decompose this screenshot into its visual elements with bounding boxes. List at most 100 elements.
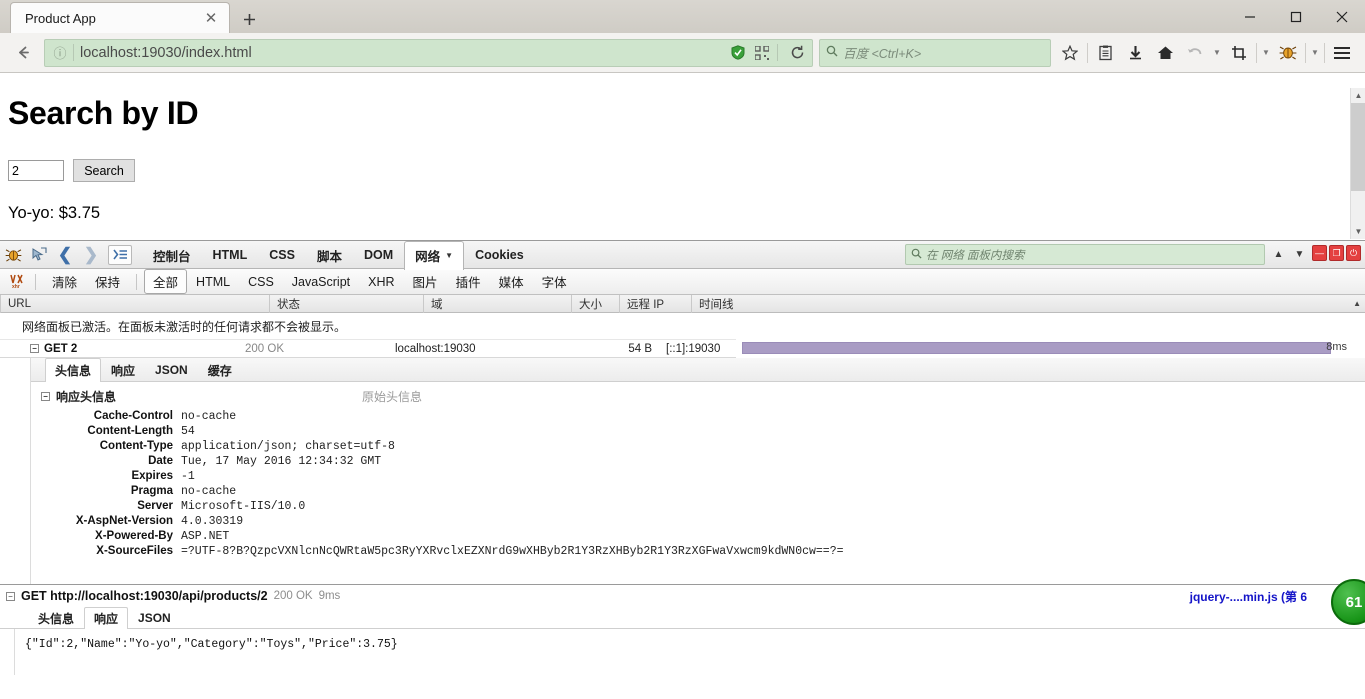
qrcode-icon[interactable]	[751, 42, 773, 64]
header-row: Cache-Control no-cache	[31, 409, 1365, 424]
firebug-forward-icon[interactable]: ❯	[78, 242, 104, 268]
page-scrollbar[interactable]: ▲ ▼	[1350, 88, 1365, 239]
filter-images[interactable]: 图片	[404, 269, 447, 294]
firebug-search-input[interactable]: 在 网络 面板内搜索	[905, 244, 1265, 265]
tab-cookies[interactable]: Cookies	[464, 241, 535, 269]
menu-icon[interactable]	[1327, 38, 1357, 68]
back-button[interactable]	[8, 38, 38, 68]
filter-clear[interactable]: 清除	[43, 269, 86, 294]
column-remote-ip[interactable]: 远程 IP	[619, 294, 691, 313]
shield-icon[interactable]	[727, 42, 749, 64]
firebug-back-icon[interactable]: ❮	[52, 242, 78, 268]
console-twisty-icon[interactable]: −	[6, 591, 15, 601]
response-headers-group[interactable]: − 响应头信息 原始头信息	[31, 382, 1365, 409]
filter-all[interactable]: 全部	[144, 269, 188, 294]
filter-html[interactable]: HTML	[187, 272, 239, 292]
sort-indicator-icon[interactable]: ▲	[1353, 299, 1361, 308]
minimize-button[interactable]	[1227, 0, 1273, 33]
firebug-icon[interactable]	[1273, 38, 1303, 68]
column-status[interactable]: 状态	[269, 294, 423, 313]
filter-plugins[interactable]: 插件	[447, 269, 490, 294]
close-tab-icon[interactable]: ✕	[201, 8, 221, 28]
browser-tab[interactable]: Product App ✕	[10, 2, 230, 33]
tab-console[interactable]: 控制台	[142, 241, 202, 269]
header-value: 4.0.30319	[181, 515, 244, 528]
filter-media[interactable]: 媒体	[490, 269, 533, 294]
console-request-line[interactable]: − GET http://localhost:19030/api/product…	[0, 579, 1365, 625]
firebug-logo-icon[interactable]	[0, 242, 26, 268]
header-row: Server Microsoft-IIS/10.0	[31, 499, 1365, 514]
timeline-bar	[742, 342, 1331, 354]
undo-icon[interactable]	[1180, 38, 1210, 68]
response-headers-title: 响应头信息	[56, 390, 117, 404]
console-toggle-icon[interactable]	[108, 244, 132, 265]
collapse-twisty-icon[interactable]: −	[41, 392, 50, 401]
header-name: Pragma	[130, 485, 173, 497]
firebug-minimize-button[interactable]: —	[1312, 245, 1327, 261]
detail-tab-headers[interactable]: 头信息	[45, 358, 102, 382]
new-tab-button[interactable]	[234, 5, 264, 33]
search-next-icon[interactable]: ▼	[1289, 244, 1310, 265]
screenshot-dropdown-caret[interactable]: ▼	[1259, 48, 1273, 57]
column-domain[interactable]: 域	[423, 294, 571, 313]
tab-dom[interactable]: DOM	[353, 241, 404, 269]
search-bar[interactable]: 百度 <Ctrl+K>	[819, 38, 1051, 67]
filter-persist[interactable]: 保持	[86, 269, 129, 294]
detail-tab-cache[interactable]: 缓存	[198, 358, 242, 381]
scroll-up-icon[interactable]: ▲	[1351, 88, 1365, 103]
screenshot-icon[interactable]	[1224, 38, 1254, 68]
toolbar-separator-4	[1324, 42, 1325, 63]
console-tab-json[interactable]: JSON	[128, 607, 181, 628]
tab-html[interactable]: HTML	[202, 241, 259, 269]
undo-dropdown-caret[interactable]: ▼	[1210, 48, 1224, 57]
console-response-body: {"Id":2,"Name":"Yo-yo","Category":"Toys"…	[14, 629, 1365, 675]
maximize-button[interactable]	[1273, 0, 1319, 33]
search-icon	[826, 45, 838, 60]
column-url[interactable]: URL	[0, 294, 269, 313]
network-request-row[interactable]: − GET 2 200 OK localhost:19030 54 B [::1…	[0, 339, 1365, 358]
filter-css[interactable]: CSS	[239, 272, 283, 292]
browser-window: Product App ✕ ⓘ localhost:19030/index.ht…	[0, 0, 1365, 699]
tab-network[interactable]: 网络 ▼	[404, 240, 465, 270]
detail-tab-response[interactable]: 响应	[101, 358, 145, 381]
url-bar[interactable]: ⓘ localhost:19030/index.html	[44, 38, 813, 67]
download-icon[interactable]	[1120, 38, 1150, 68]
tab-script-label: 脚本	[316, 249, 342, 264]
filter-xhr[interactable]: XHR	[359, 272, 403, 292]
scrollbar-thumb[interactable]	[1351, 103, 1365, 191]
detail-tab-json[interactable]: JSON	[145, 358, 198, 381]
tab-css[interactable]: CSS	[258, 241, 306, 269]
tab-script[interactable]: 脚本	[306, 241, 353, 269]
console-request-title: GET http://localhost:19030/api/products/…	[21, 589, 268, 603]
firebug-detach-button[interactable]: ❐	[1329, 245, 1344, 261]
console-tab-response[interactable]: 响应	[84, 607, 129, 629]
reload-icon[interactable]	[786, 42, 808, 64]
xhr-icon[interactable]: xhr	[6, 274, 28, 290]
search-id-input[interactable]	[8, 160, 64, 181]
library-icon[interactable]	[1090, 38, 1120, 68]
chevron-down-icon[interactable]: ▼	[445, 251, 453, 260]
column-size[interactable]: 大小	[571, 294, 619, 313]
bookmark-star-icon[interactable]	[1055, 38, 1085, 68]
console-source-link[interactable]: jquery-....min.js (第 6	[1190, 588, 1307, 605]
inspect-element-icon[interactable]	[26, 242, 52, 268]
expand-twisty-icon[interactable]: −	[30, 344, 39, 353]
scroll-down-icon[interactable]: ▼	[1351, 224, 1365, 239]
site-info-icon[interactable]: ⓘ	[49, 43, 71, 62]
filter-fonts[interactable]: 字体	[533, 269, 576, 294]
toolbar-separator-3	[1305, 42, 1306, 63]
search-prev-icon[interactable]: ▲	[1268, 244, 1289, 265]
request-url-cell[interactable]: − GET 2	[0, 343, 245, 355]
column-timeline[interactable]: 时间线	[691, 294, 1365, 313]
header-name: Expires	[131, 470, 173, 482]
console-tab-headers[interactable]: 头信息	[28, 607, 84, 628]
firebug-dropdown-caret[interactable]: ▼	[1308, 48, 1322, 57]
search-button[interactable]: Search	[73, 159, 135, 182]
home-icon[interactable]	[1150, 38, 1180, 68]
url-text: localhost:19030/index.html	[80, 44, 252, 61]
header-name: Cache-Control	[93, 410, 173, 422]
firebug-close-button[interactable]: ⏻	[1346, 245, 1361, 261]
raw-headers-link[interactable]: 原始头信息	[362, 388, 422, 405]
close-window-button[interactable]	[1319, 0, 1365, 33]
filter-javascript[interactable]: JavaScript	[283, 272, 359, 292]
